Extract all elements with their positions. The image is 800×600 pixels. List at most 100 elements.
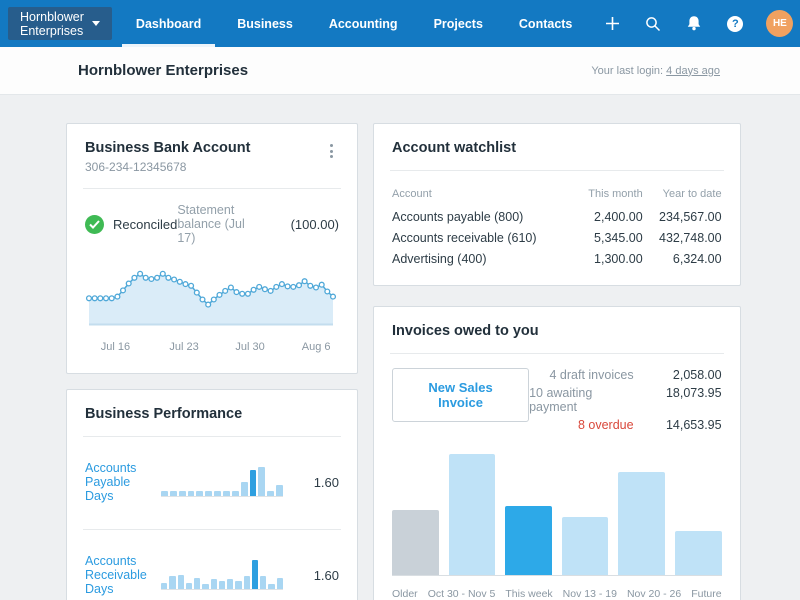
bar <box>169 490 177 496</box>
check-icon <box>85 214 104 234</box>
account-watchlist-card: Account watchlist Account This month Yea… <box>373 123 741 286</box>
invoices-bar-chart <box>392 454 722 576</box>
invoice-stats: 4 draft invoices 2,058.00 10 awaiting pa… <box>529 368 722 432</box>
bar <box>202 584 209 589</box>
page-title: Hornblower Enterprises <box>78 62 249 79</box>
bar <box>505 506 552 575</box>
tab-contacts[interactable]: Contacts <box>513 0 578 47</box>
help-button[interactable]: ? <box>725 14 745 34</box>
help-icon: ? <box>727 15 744 32</box>
bar <box>260 576 267 589</box>
avatar-initials: HE <box>772 18 787 29</box>
bar-label: Older <box>392 588 418 600</box>
receivable-days-link[interactable]: Accounts Receivable Days <box>85 554 147 596</box>
dashboard-main: Business Bank Account 306-234-12345678 R… <box>0 95 800 600</box>
awaiting-payment-label: 10 awaiting payment <box>529 386 593 414</box>
tab-business[interactable]: Business <box>231 0 299 47</box>
overdue-value: 14,653.95 <box>665 418 722 432</box>
this-month-value: 1,300.00 <box>594 251 643 266</box>
watchlist-table: Account This month Year to date Accounts… <box>392 185 722 269</box>
payable-days-link[interactable]: Accounts Payable Days <box>85 461 147 503</box>
draft-invoices-value: 2,058.00 <box>672 368 722 382</box>
x-tick-label: Jul 23 <box>169 341 199 353</box>
org-selector-label: Hornblower Enterprises <box>20 9 84 38</box>
bar <box>243 576 250 589</box>
help-glyph: ? <box>732 17 739 30</box>
bar <box>392 509 439 575</box>
stat-row-overdue: 8 overdue 14,653.95 <box>529 418 722 432</box>
kebab-menu-icon[interactable] <box>324 140 339 162</box>
account-name: Accounts receivable (610) <box>392 230 537 245</box>
bar <box>267 490 275 496</box>
bar-label: Future <box>691 588 722 600</box>
account-name: Advertising (400) <box>392 251 487 266</box>
x-tick-label: Jul 16 <box>100 341 131 353</box>
table-row: Accounts payable (800) 2,400.00 234,567.… <box>392 206 722 227</box>
bar-label: Nov 20 - 26 <box>626 588 682 600</box>
stat-row-awaiting: 10 awaiting payment 18,073.95 <box>529 386 722 414</box>
bar <box>210 579 217 589</box>
bar <box>205 490 213 496</box>
performance-row: Accounts Payable Days 1.60 <box>85 451 339 515</box>
performance-row: Accounts Receivable Days 1.60 <box>85 544 339 600</box>
bar <box>185 582 193 589</box>
invoices-owed-card: Invoices owed to you New Sales Invoice 4… <box>373 306 741 600</box>
x-tick-label: Aug 6 <box>301 341 331 353</box>
invoices-card-title: Invoices owed to you <box>392 323 539 339</box>
year-to-date-value: 234,567.00 <box>659 209 722 224</box>
bar <box>227 579 234 589</box>
bell-icon <box>688 16 701 31</box>
notifications-button[interactable] <box>684 14 704 34</box>
org-selector[interactable]: Hornblower Enterprises <box>8 7 112 40</box>
col-account: Account <box>392 188 432 200</box>
left-column: Business Bank Account 306-234-12345678 R… <box>66 123 358 600</box>
add-button[interactable] <box>602 14 622 34</box>
primary-nav: Dashboard Business Accounting Projects C… <box>121 0 602 47</box>
bar <box>276 577 283 589</box>
page-header: Hornblower Enterprises Your last login: … <box>0 47 800 95</box>
tab-accounting[interactable]: Accounting <box>323 0 404 47</box>
bar <box>258 467 266 496</box>
bar <box>249 470 257 496</box>
search-icon <box>646 16 661 31</box>
bar <box>268 584 275 589</box>
bar <box>674 531 722 575</box>
statement-balance-value: (100.00) <box>290 216 339 232</box>
stat-row-draft: 4 draft invoices 2,058.00 <box>529 368 722 382</box>
search-button[interactable] <box>643 14 663 34</box>
reconciled-status-row: Reconciled Statement balance (Jul 17) (1… <box>85 203 339 245</box>
bar <box>223 490 230 496</box>
bank-account-number: 306-234-12345678 <box>85 160 187 174</box>
performance-card-title: Business Performance <box>85 406 243 422</box>
last-login-link[interactable]: 4 days ago <box>666 65 720 77</box>
right-column: Account watchlist Account This month Yea… <box>373 123 741 600</box>
tab-dashboard[interactable]: Dashboard <box>121 0 216 47</box>
business-performance-card: Business Performance Accounts Payable Da… <box>66 389 358 600</box>
bank-account-card: Business Bank Account 306-234-12345678 R… <box>66 123 358 374</box>
draft-invoices-label: 4 draft invoices <box>549 368 634 382</box>
this-month-value: 2,400.00 <box>594 209 643 224</box>
bar <box>187 490 195 496</box>
divider <box>83 529 341 530</box>
bar <box>178 490 186 496</box>
year-to-date-value: 432,748.00 <box>659 230 722 245</box>
bar-label: This week <box>505 588 553 600</box>
invoices-summary: New Sales Invoice 4 draft invoices 2,058… <box>392 368 722 432</box>
tab-projects[interactable]: Projects <box>428 0 489 47</box>
bar <box>618 472 665 575</box>
new-sales-invoice-button[interactable]: New Sales Invoice <box>392 368 530 422</box>
navbar-actions: ? HE <box>602 10 794 37</box>
bar-label: Oct 30 - Nov 5 <box>427 588 496 600</box>
table-row: Advertising (400) 1,300.00 6,324.00 <box>392 248 722 269</box>
chevron-down-icon <box>91 21 100 26</box>
bar <box>218 580 226 589</box>
bank-card-titles: Business Bank Account 306-234-12345678 <box>85 140 250 174</box>
year-to-date-value: 6,324.00 <box>672 251 722 266</box>
bar <box>276 484 284 496</box>
last-login-label: Your last login: <box>591 64 664 77</box>
bar <box>448 454 496 575</box>
divider <box>390 353 724 354</box>
avatar[interactable]: HE <box>766 10 794 37</box>
sparkline-x-labels: Jul 16 Jul 23 Jul 30 Aug 6 <box>85 341 339 357</box>
divider <box>390 170 724 171</box>
